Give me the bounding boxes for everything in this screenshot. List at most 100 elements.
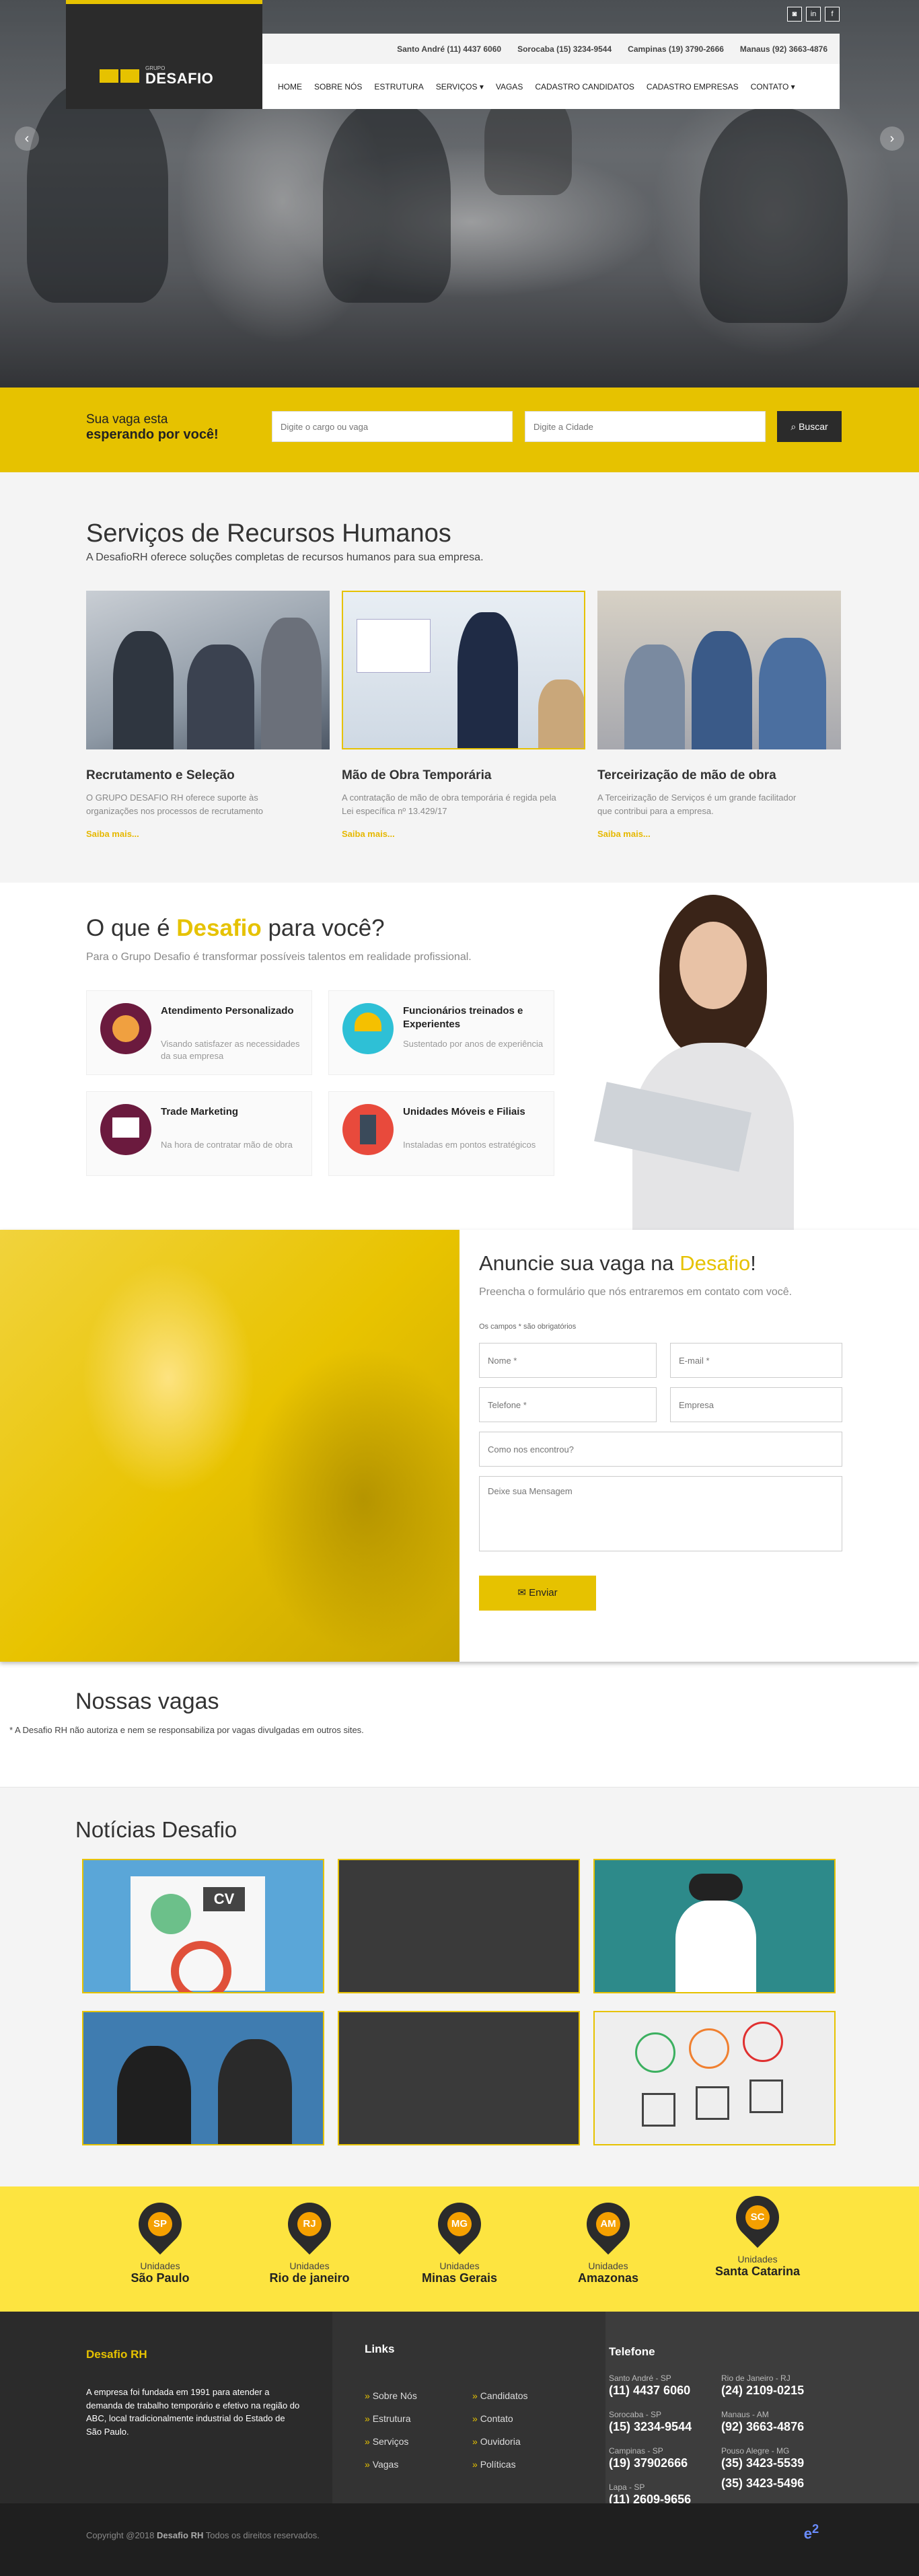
unidade-rj[interactable]: RJ Unidades Rio de janeiro: [256, 2193, 363, 2285]
footer-links-title: Links: [365, 2343, 395, 2355]
footer-link-sobre[interactable]: » Sobre Nós: [365, 2384, 417, 2407]
map-pin-icon: SP: [129, 2193, 191, 2255]
unidades-section: SP Unidades São Paulo RJ Unidades Rio de…: [0, 2186, 919, 2312]
search-label: Sua vaga esta esperando por você!: [86, 412, 219, 442]
worker-icon: [342, 1003, 394, 1054]
footer-about-text: A empresa foi fundada em 1991 para atend…: [86, 2387, 300, 2437]
footer-link-vagas[interactable]: » Vagas: [365, 2453, 417, 2476]
unidade-sc[interactable]: SC Unidades Santa Catarina: [704, 2186, 811, 2279]
nav-servicos[interactable]: SERVIÇOS ▾: [430, 82, 490, 91]
enviar-button[interactable]: ✉ Enviar: [479, 1576, 596, 1611]
envelope-icon: ✉: [517, 1587, 529, 1598]
saiba-mais-link[interactable]: Saiba mais...: [86, 829, 330, 839]
unidade-mg[interactable]: MG Unidades Minas Gerais: [406, 2193, 513, 2285]
news-card[interactable]: [593, 1859, 836, 1993]
footer-links-col1: » Sobre Nós » Estrutura » Serviços » Vag…: [365, 2384, 417, 2476]
map-pin-icon: SC: [727, 2186, 788, 2248]
developer-logo-icon[interactable]: e2: [791, 2515, 832, 2542]
news-card[interactable]: [593, 2011, 836, 2145]
footer-phone: Campinas - SP (19) 37902666: [609, 2446, 688, 2470]
service-card-title: Recrutamento e Seleção: [86, 768, 235, 782]
top-phone-bar: Santo André (11) 4437 6060 Sorocaba (15)…: [262, 34, 840, 64]
phone-manaus: Manaus (92) 3663-4876: [739, 44, 828, 54]
saiba-mais-link[interactable]: Saiba mais...: [597, 829, 841, 839]
footer-link-servicos[interactable]: » Serviços: [365, 2430, 417, 2453]
empresa-field[interactable]: [670, 1387, 842, 1422]
news-card[interactable]: [82, 2011, 324, 2145]
copyright-bar: Copyright @2018 Desafio RH Todos os dire…: [0, 2503, 919, 2576]
nome-field[interactable]: [479, 1343, 657, 1378]
desafio-subtitle: Para o Grupo Desafio é transformar possí…: [86, 951, 472, 963]
email-field[interactable]: [670, 1343, 842, 1378]
phone-santo-andre: Santo André (11) 4437 6060: [397, 44, 502, 54]
meeting-photo: [0, 1230, 459, 1662]
footer-link-politicas[interactable]: » Políticas: [472, 2453, 528, 2476]
slider-next-arrow[interactable]: ›: [880, 126, 904, 151]
smiley-icon: [635, 2032, 675, 2073]
como-encontrou-field[interactable]: [479, 1432, 842, 1467]
service-card-title: Terceirização de mão de obra: [597, 768, 776, 782]
map-pin-icon: AM: [577, 2193, 639, 2255]
news-card[interactable]: [338, 1859, 580, 1993]
telefone-field[interactable]: [479, 1387, 657, 1422]
footer-phone: Pouso Alegre - MG (35) 3423-5539: [721, 2446, 805, 2470]
logo[interactable]: GRUPO DESAFIO: [100, 66, 213, 86]
service-card-terceirizacao[interactable]: Terceirização de mão de obra A Terceiriz…: [597, 591, 841, 839]
headset-icon: [100, 1003, 151, 1054]
feature-trade-marketing: Trade Marketing Na hora de contratar mão…: [86, 1091, 312, 1176]
nav-contato[interactable]: CONTATO ▾: [745, 82, 801, 91]
saiba-mais-link[interactable]: Saiba mais...: [342, 829, 585, 839]
mensagem-field[interactable]: [479, 1476, 842, 1551]
nav-home[interactable]: HOME: [272, 82, 308, 91]
footer-link-ouvidoria[interactable]: » Ouvidoria: [472, 2430, 528, 2453]
service-image: [597, 591, 841, 749]
service-image: [342, 591, 585, 749]
job-search-bar: Sua vaga esta esperando por você! ⌕ Busc…: [0, 388, 919, 472]
map-pin-icon: RJ: [279, 2193, 340, 2255]
phone-campinas: Campinas (19) 3790-2666: [628, 44, 724, 54]
footer-brand: Desafio RH: [86, 2348, 147, 2361]
footer-telefone: Telefone: [609, 2345, 655, 2359]
service-card-recrutamento[interactable]: Recrutamento e Seleção O GRUPO DESAFIO R…: [86, 591, 330, 839]
footer-link-candidatos[interactable]: » Candidatos: [472, 2384, 528, 2407]
footer-links-col2: » Candidatos » Contato » Ouvidoria » Pol…: [472, 2384, 528, 2476]
slider-prev-arrow[interactable]: ‹: [15, 126, 39, 151]
rss-icon[interactable]: ◙: [787, 7, 802, 22]
services-subtitle: A DesafioRH oferece soluções completas d…: [86, 552, 484, 563]
nav-cadastro-candidatos[interactable]: CADASTRO CANDIDATOS: [529, 82, 640, 91]
nav-vagas[interactable]: VAGAS: [490, 82, 529, 91]
services-title: Serviços de Recursos Humanos: [86, 519, 451, 548]
footer-phone: Santo André - SP (11) 4437 6060: [609, 2373, 691, 2397]
footer-phone: Manaus - AM (92) 3663-4876: [721, 2410, 805, 2433]
linkedin-icon[interactable]: in: [806, 7, 821, 22]
nav-estrutura[interactable]: ESTRUTURA: [368, 82, 429, 91]
search-icon: ⌕: [791, 421, 799, 432]
nav-sobre-nos[interactable]: SOBRE NÓS: [308, 82, 368, 91]
service-card-temporaria[interactable]: Mão de Obra Temporária A contratação de …: [342, 591, 585, 839]
footer-link-estrutura[interactable]: » Estrutura: [365, 2407, 417, 2430]
feature-atendimento: Atendimento Personalizado Visando satisf…: [86, 990, 312, 1075]
service-card-text: O GRUPO DESAFIO RH oferece suporte às or…: [86, 793, 264, 817]
feature-unidades: Unidades Móveis e Filiais Instaladas em …: [328, 1091, 554, 1176]
desafio-title: O que é Desafio para você?: [86, 915, 385, 941]
presentation-icon: [100, 1104, 151, 1155]
search-button[interactable]: ⌕ Buscar: [777, 411, 842, 442]
handshake-icon: [117, 2046, 191, 2144]
noticias-section: Notícias Desafio CV: [0, 1787, 919, 2186]
unidade-sp[interactable]: SP Unidades São Paulo: [106, 2193, 214, 2285]
facebook-icon[interactable]: f: [825, 7, 840, 22]
building-icon: [342, 1104, 394, 1155]
unidade-am[interactable]: AM Unidades Amazonas: [554, 2193, 662, 2285]
news-card[interactable]: [338, 2011, 580, 2145]
logo-box: GRUPO DESAFIO: [66, 0, 262, 109]
news-card[interactable]: CV: [82, 1859, 324, 1993]
cargo-search-input[interactable]: [272, 411, 513, 442]
vagas-note: * A Desafio RH não autoriza e nem se res…: [9, 1725, 364, 1735]
footer: Desafio RH A empresa foi fundada em 1991…: [0, 2312, 919, 2506]
footer-link-contato[interactable]: » Contato: [472, 2407, 528, 2430]
nav-cadastro-empresas[interactable]: CADASTRO EMPRESAS: [640, 82, 745, 91]
anuncie-subtitle: Preencha o formulário que nós entraremos…: [479, 1286, 793, 1298]
service-card-text: A contratação de mão de obra temporária …: [342, 793, 556, 817]
anuncie-title: Anuncie sua vaga na Desafio!: [479, 1251, 756, 1275]
cidade-search-input[interactable]: [525, 411, 766, 442]
